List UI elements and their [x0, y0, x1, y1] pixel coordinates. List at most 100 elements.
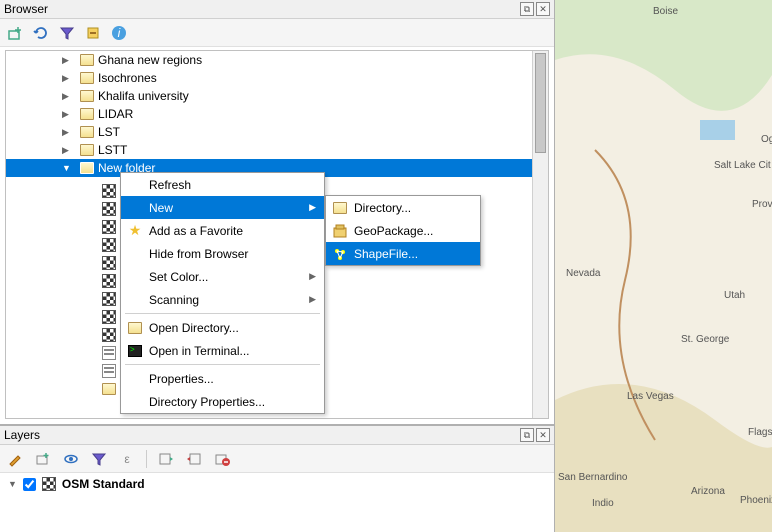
submenu-arrow-icon: ▶	[309, 271, 316, 282]
menu-item-label: Directory Properties...	[149, 395, 265, 409]
chevron-right-icon[interactable]: ▶	[62, 109, 72, 120]
chevron-down-icon[interactable]: ▼	[8, 479, 17, 489]
menu-item-label: Directory...	[354, 201, 411, 215]
blank-icon	[127, 269, 143, 285]
chevron-right-icon[interactable]: ▶	[62, 55, 72, 66]
chevron-right-icon[interactable]: ▶	[62, 145, 72, 156]
menu-item-directory-properties[interactable]: Directory Properties...	[121, 390, 324, 413]
raster-icon	[102, 310, 116, 324]
visibility-icon[interactable]	[62, 450, 80, 468]
separator	[125, 313, 320, 314]
menu-item-label: GeoPackage...	[354, 224, 433, 238]
tree-item-lidar[interactable]: ▶LIDAR	[6, 105, 548, 123]
svg-text:i: i	[118, 26, 121, 40]
browser-toolbar: i	[0, 19, 554, 47]
tree-item-khalifa-university[interactable]: ▶ Khalifa university	[6, 87, 548, 105]
folder-icon	[80, 72, 94, 84]
menu-item-label: Refresh	[149, 178, 191, 192]
blank-icon	[127, 371, 143, 387]
menu-item-label: Scanning	[149, 293, 199, 307]
geopackage-icon	[332, 223, 348, 239]
menu-item-label: New	[149, 201, 173, 215]
tree-item-lst[interactable]: ▶LST	[6, 123, 548, 141]
info-icon[interactable]: i	[110, 24, 128, 42]
map-label: Flagsta	[748, 427, 772, 438]
raster-icon	[102, 238, 116, 252]
tree-item-label: Khalifa university	[98, 89, 189, 103]
menu-item-open-in-terminal[interactable]: Open in Terminal...	[121, 339, 324, 362]
menu-item-new[interactable]: New ▶	[121, 196, 324, 219]
chevron-down-icon[interactable]: ▼	[62, 163, 72, 173]
close-button[interactable]: ✕	[536, 2, 550, 16]
undock-button[interactable]: ⧉	[520, 2, 534, 16]
menu-item-directory[interactable]: Directory...	[326, 196, 480, 219]
refresh-icon[interactable]	[32, 24, 50, 42]
menu-item-open-directory[interactable]: Open Directory...	[121, 316, 324, 339]
menu-item-label: Add as a Favorite	[149, 224, 243, 238]
browser-title: Browser	[4, 2, 518, 16]
submenu-arrow-icon: ▶	[309, 294, 316, 305]
layers-title-bar: Layers ⧉ ✕	[0, 426, 554, 445]
blank-icon	[127, 246, 143, 262]
menu-item-properties[interactable]: Properties...	[121, 367, 324, 390]
terminal-icon	[128, 345, 142, 357]
map-label: Provo	[752, 199, 772, 210]
menu-item-hide-from-browser[interactable]: Hide from Browser	[121, 242, 324, 265]
folder-icon	[332, 200, 348, 216]
scrollbar-thumb[interactable]	[535, 53, 546, 153]
chevron-right-icon[interactable]: ▶	[62, 127, 72, 138]
map-label: Phoenix	[740, 495, 772, 506]
map-label: Ogden	[761, 134, 772, 145]
style-icon[interactable]	[6, 450, 24, 468]
close-button[interactable]: ✕	[536, 428, 550, 442]
layer-label: OSM Standard	[62, 477, 145, 491]
menu-item-scanning[interactable]: Scanning ▶	[121, 288, 324, 311]
scrollbar[interactable]	[532, 51, 548, 418]
tree-item-ghana-new-regions[interactable]: ▶Ghana new regions	[6, 51, 548, 69]
blank-icon	[127, 200, 143, 216]
tree-item-isochrones[interactable]: ▶Isochrones	[6, 69, 548, 87]
chevron-right-icon[interactable]: ▶	[62, 73, 72, 84]
remove-icon[interactable]	[213, 450, 231, 468]
folder-icon	[80, 108, 94, 120]
expression-icon[interactable]: ε	[118, 450, 136, 468]
map-label: Arizona	[691, 486, 725, 497]
chevron-right-icon[interactable]: ▶	[62, 91, 72, 102]
raster-icon	[102, 184, 116, 198]
tree-item-lstt[interactable]: ▶LSTT	[6, 141, 548, 159]
expand-icon[interactable]	[157, 450, 175, 468]
raster-icon	[102, 256, 116, 270]
menu-item-add-as-a-favorite[interactable]: ★Add as a Favorite	[121, 219, 324, 242]
map-canvas[interactable]: BoiseOgdenSalt Lake CitProvoNevadaUtahSt…	[555, 0, 772, 532]
terminal-icon	[127, 343, 143, 359]
map-label: Nevada	[566, 268, 600, 279]
folder-icon	[80, 144, 94, 156]
filter-icon[interactable]	[90, 450, 108, 468]
menu-item-shapefile[interactable]: ShapeFile...	[326, 242, 480, 265]
layer-item[interactable]: ▼ OSM Standard	[0, 473, 554, 495]
add-layer-icon[interactable]	[6, 24, 24, 42]
layer-checkbox[interactable]	[23, 478, 36, 491]
folder-icon	[80, 162, 94, 174]
menu-item-refresh[interactable]: Refresh	[121, 173, 324, 196]
csv-icon	[102, 364, 116, 378]
separator	[146, 450, 147, 468]
undock-button[interactable]: ⧉	[520, 428, 534, 442]
browser-title-bar: Browser ⧉ ✕	[0, 0, 554, 19]
collapse-icon[interactable]	[84, 24, 102, 42]
folder-icon	[333, 202, 347, 214]
menu-item-label: Open Directory...	[149, 321, 239, 335]
shapefile-icon	[332, 246, 348, 262]
add-group-icon[interactable]	[34, 450, 52, 468]
context-menu: Refresh New ▶ ★Add as a FavoriteHide from B…	[120, 172, 325, 414]
menu-item-set-color[interactable]: Set Color...▶	[121, 265, 324, 288]
map-label: Las Vegas	[627, 391, 674, 402]
collapse-icon[interactable]	[185, 450, 203, 468]
layers-title: Layers	[4, 428, 518, 442]
map-label: Boise	[653, 6, 678, 17]
map-label: Indio	[592, 498, 614, 509]
submenu-arrow-icon: ▶	[309, 202, 316, 213]
raster-icon	[42, 477, 56, 491]
menu-item-geopackage[interactable]: GeoPackage...	[326, 219, 480, 242]
filter-icon[interactable]	[58, 24, 76, 42]
